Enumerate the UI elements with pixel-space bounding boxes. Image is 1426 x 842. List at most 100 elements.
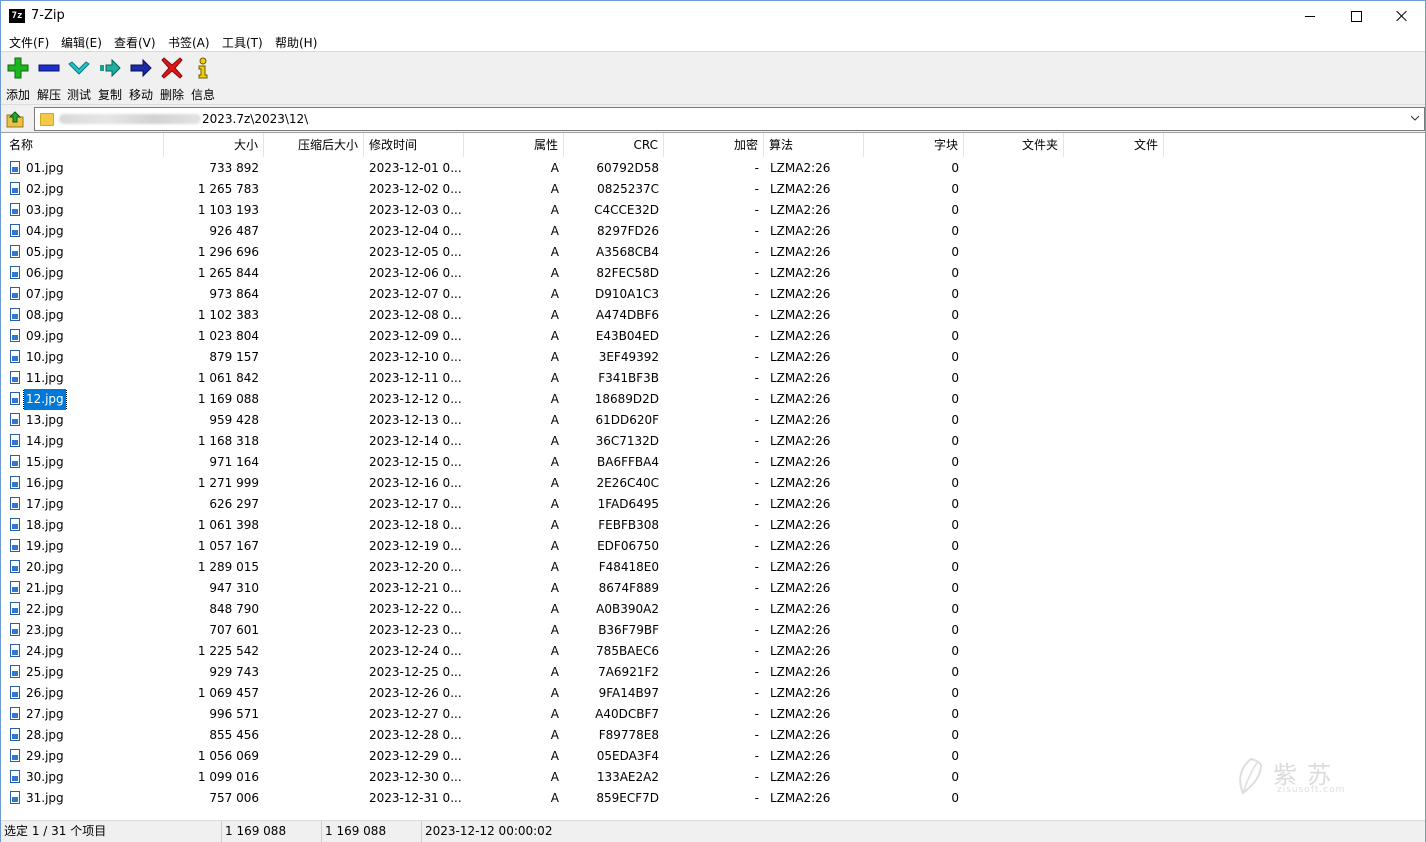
blurred-path-prefix [59, 114, 201, 124]
table-row[interactable]: 17.jpg 626 297 2023-12-17 0... A 1FAD6495 - LZ… [1, 494, 1425, 515]
table-row[interactable]: 11.jpg 1 061 842 2023-12-11 0... A F341BF3B -… [1, 368, 1425, 389]
minimize-button[interactable] [1287, 1, 1333, 31]
menu-file[interactable]: 文件(F) [9, 34, 49, 51]
file-crc: 1FAD6495 [597, 497, 659, 511]
file-attributes: A [550, 770, 559, 784]
table-row[interactable]: 02.jpg 1 265 783 2023-12-02 0... A 0825237C -… [1, 179, 1425, 200]
up-folder-icon [6, 111, 24, 128]
table-row[interactable]: 03.jpg 1 103 193 2023-12-03 0... A C4CCE32D -… [1, 200, 1425, 221]
image-file-icon [10, 434, 20, 447]
file-method: LZMA2:26 [770, 413, 831, 427]
col-encrypted[interactable]: 加密 [664, 133, 764, 157]
copy-button[interactable]: 复制 [95, 56, 125, 102]
add-button[interactable]: 添加 [3, 56, 33, 102]
file-block: 0 [951, 245, 959, 259]
table-row[interactable]: 14.jpg 1 168 318 2023-12-14 0... A 36C7132D -… [1, 431, 1425, 452]
table-row[interactable]: 01.jpg 733 892 2023-12-01 0... A 60792D58 - LZ… [1, 158, 1425, 179]
table-row[interactable]: 27.jpg 996 571 2023-12-27 0... A A40DCBF7 - LZ… [1, 704, 1425, 725]
file-encrypted: - [754, 602, 759, 616]
file-crc: 9FA14B97 [598, 686, 659, 700]
file-name: 19.jpg [26, 539, 64, 553]
info-button[interactable]: 信息 [188, 56, 218, 102]
table-row[interactable]: 16.jpg 1 271 999 2023-12-16 0... A 2E26C40C -… [1, 473, 1425, 494]
table-row[interactable]: 28.jpg 855 456 2023-12-28 0... A F89778E8 - LZ… [1, 725, 1425, 746]
col-files[interactable]: 文件 [1064, 133, 1164, 157]
test-button[interactable]: 测试 [64, 56, 94, 102]
table-row[interactable]: 31.jpg 757 006 2023-12-31 0... A 859ECF7D - LZ… [1, 788, 1425, 809]
delete-button[interactable]: 删除 [157, 56, 187, 102]
app-window: 7z 7-Zip 文件(F) 编辑(E) 查看(V) 书签(A) 工具(T) 帮… [0, 0, 1426, 842]
status-selection: 选定 1 / 31 个项目 [1, 821, 222, 842]
table-row[interactable]: 04.jpg 926 487 2023-12-04 0... A 8297FD26 - LZ… [1, 221, 1425, 242]
file-method: LZMA2:26 [770, 245, 831, 259]
up-folder-button[interactable] [5, 109, 25, 129]
col-packed-size[interactable]: 压缩后大小 [264, 133, 364, 157]
table-row[interactable]: 07.jpg 973 864 2023-12-07 0... A D910A1C3 - LZ… [1, 284, 1425, 305]
file-attributes: A [550, 665, 559, 679]
col-folders[interactable]: 文件夹 [964, 133, 1064, 157]
table-row[interactable]: 09.jpg 1 023 804 2023-12-09 0... A E43B04ED -… [1, 326, 1425, 347]
file-name-cell: 24.jpg [1, 641, 164, 662]
table-row[interactable]: 23.jpg 707 601 2023-12-23 0... A B36F79BF - LZ… [1, 620, 1425, 641]
table-row[interactable]: 24.jpg 1 225 542 2023-12-24 0... A 785BAEC6 -… [1, 641, 1425, 662]
col-attributes[interactable]: 属性 [464, 133, 564, 157]
file-name-cell: 11.jpg [1, 368, 164, 389]
maximize-button[interactable] [1333, 1, 1379, 31]
file-block: 0 [951, 434, 959, 448]
col-block[interactable]: 字块 [864, 133, 964, 157]
status-modified: 2023-12-12 00:00:02 [425, 824, 553, 838]
col-name[interactable]: 名称 [4, 133, 164, 157]
file-name: 22.jpg [26, 602, 64, 616]
table-row[interactable]: 06.jpg 1 265 844 2023-12-06 0... A 82FEC58D -… [1, 263, 1425, 284]
table-row[interactable]: 15.jpg 971 164 2023-12-15 0... A BA6FFBA4 - LZ… [1, 452, 1425, 473]
file-size: 959 428 [209, 413, 259, 427]
table-row[interactable]: 30.jpg 1 099 016 2023-12-30 0... A 133AE2A2 -… [1, 767, 1425, 788]
table-row[interactable]: 25.jpg 929 743 2023-12-25 0... A 7A6921F2 - LZ… [1, 662, 1425, 683]
table-row[interactable]: 18.jpg 1 061 398 2023-12-18 0... A FEBFB308 -… [1, 515, 1425, 536]
table-row[interactable]: 10.jpg 879 157 2023-12-10 0... A 3EF49392 - LZ… [1, 347, 1425, 368]
table-row[interactable]: 20.jpg 1 289 015 2023-12-20 0... A F48418E0 -… [1, 557, 1425, 578]
file-name: 06.jpg [26, 266, 64, 280]
move-button[interactable]: 移动 [126, 56, 156, 102]
col-size[interactable]: 大小 [164, 133, 264, 157]
file-method: LZMA2:26 [770, 539, 831, 553]
table-row[interactable]: 21.jpg 947 310 2023-12-21 0... A 8674F889 - LZ… [1, 578, 1425, 599]
table-row[interactable]: 12.jpg 1 169 088 2023-12-12 0... A 18689D2D -… [1, 389, 1425, 410]
file-modified: 2023-12-07 0... [369, 287, 461, 301]
chevron-down-icon[interactable] [1410, 113, 1420, 123]
file-crc: 36C7132D [595, 434, 659, 448]
table-row[interactable]: 13.jpg 959 428 2023-12-13 0... A 61DD620F - LZ… [1, 410, 1425, 431]
table-row[interactable]: 19.jpg 1 057 167 2023-12-19 0... A EDF06750 -… [1, 536, 1425, 557]
table-row[interactable]: 22.jpg 848 790 2023-12-22 0... A A0B390A2 - LZ… [1, 599, 1425, 620]
file-modified: 2023-12-10 0... [369, 350, 461, 364]
file-encrypted: - [754, 266, 759, 280]
file-encrypted: - [754, 371, 759, 385]
file-list[interactable]: 名称 大小 压缩后大小 修改时间 属性 CRC 加密 算法 字块 文件夹 文件 … [1, 133, 1425, 819]
close-button[interactable] [1379, 1, 1425, 31]
col-crc[interactable]: CRC [564, 133, 664, 157]
file-block: 0 [951, 350, 959, 364]
file-method: LZMA2:26 [770, 455, 831, 469]
table-row[interactable]: 08.jpg 1 102 383 2023-12-08 0... A A474DBF6 -… [1, 305, 1425, 326]
col-method[interactable]: 算法 [764, 133, 864, 157]
menu-tools[interactable]: 工具(T) [222, 34, 263, 51]
table-row[interactable]: 26.jpg 1 069 457 2023-12-26 0... A 9FA14B97 -… [1, 683, 1425, 704]
file-method: LZMA2:26 [770, 266, 831, 280]
file-attributes: A [550, 224, 559, 238]
file-size: 1 061 398 [197, 518, 259, 532]
file-name: 12.jpg [23, 389, 67, 410]
image-file-icon [10, 203, 20, 216]
title-bar[interactable]: 7z 7-Zip [1, 1, 1425, 31]
table-row[interactable]: 05.jpg 1 296 696 2023-12-05 0... A A3568CB4 -… [1, 242, 1425, 263]
menu-edit[interactable]: 编辑(E) [61, 34, 102, 51]
window-title: 7-Zip [31, 8, 65, 23]
menu-help[interactable]: 帮助(H) [275, 34, 317, 51]
image-file-icon [10, 308, 20, 321]
menu-view[interactable]: 查看(V) [114, 34, 156, 51]
file-size: 1 102 383 [197, 308, 259, 322]
col-modified[interactable]: 修改时间 [364, 133, 464, 157]
path-input[interactable]: 2023.7z\2023\12\ [34, 107, 1425, 131]
image-file-icon [10, 287, 20, 300]
table-row[interactable]: 29.jpg 1 056 069 2023-12-29 0... A 05EDA3F4 -… [1, 746, 1425, 767]
menu-bookmarks[interactable]: 书签(A) [168, 34, 210, 51]
